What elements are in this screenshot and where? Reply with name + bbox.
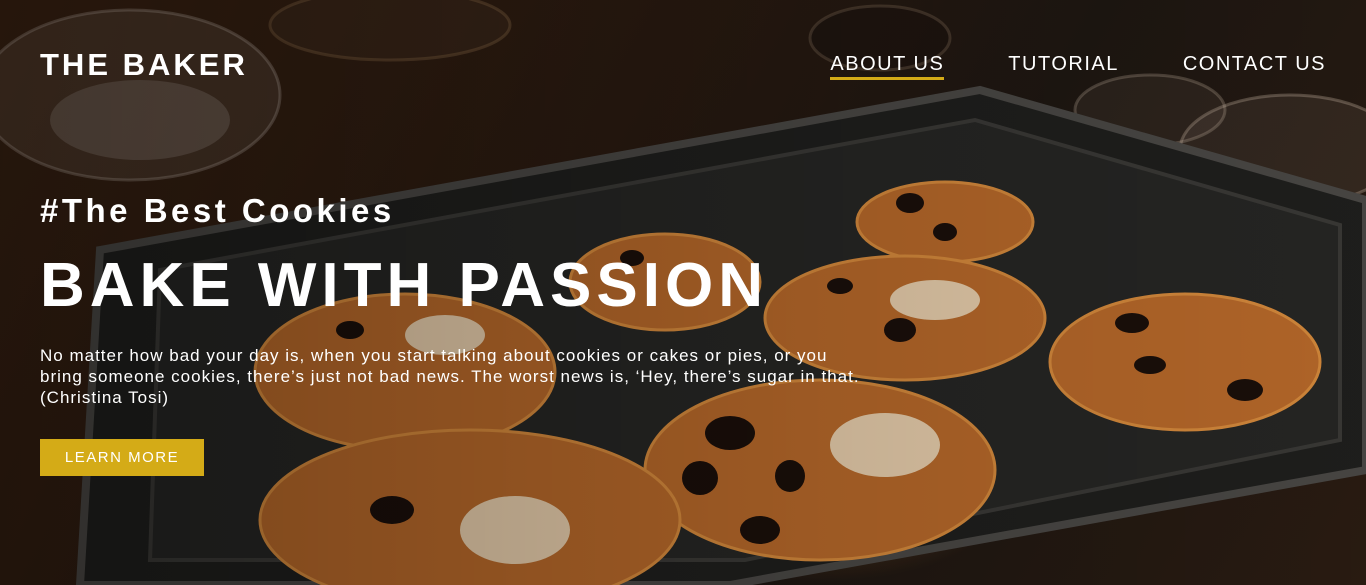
nav-item-about-us[interactable]: ABOUT US — [830, 52, 945, 80]
learn-more-button[interactable]: LEARN MORE — [40, 439, 204, 476]
hero-section: THE BAKER ABOUT US TUTORIAL CONTACT US #… — [0, 0, 1366, 585]
hero-headline: BAKE WITH PASSION — [40, 251, 768, 320]
hero-tagline: #The Best Cookies — [40, 192, 395, 229]
brand-logo[interactable]: THE BAKER — [40, 47, 248, 83]
hero-quote: No matter how bad your day is, when you … — [40, 346, 860, 407]
nav-item-tutorial[interactable]: TUTORIAL — [1008, 52, 1119, 80]
nav-item-contact-us[interactable]: CONTACT US — [1183, 52, 1326, 80]
main-nav: ABOUT US TUTORIAL CONTACT US — [830, 52, 1326, 80]
